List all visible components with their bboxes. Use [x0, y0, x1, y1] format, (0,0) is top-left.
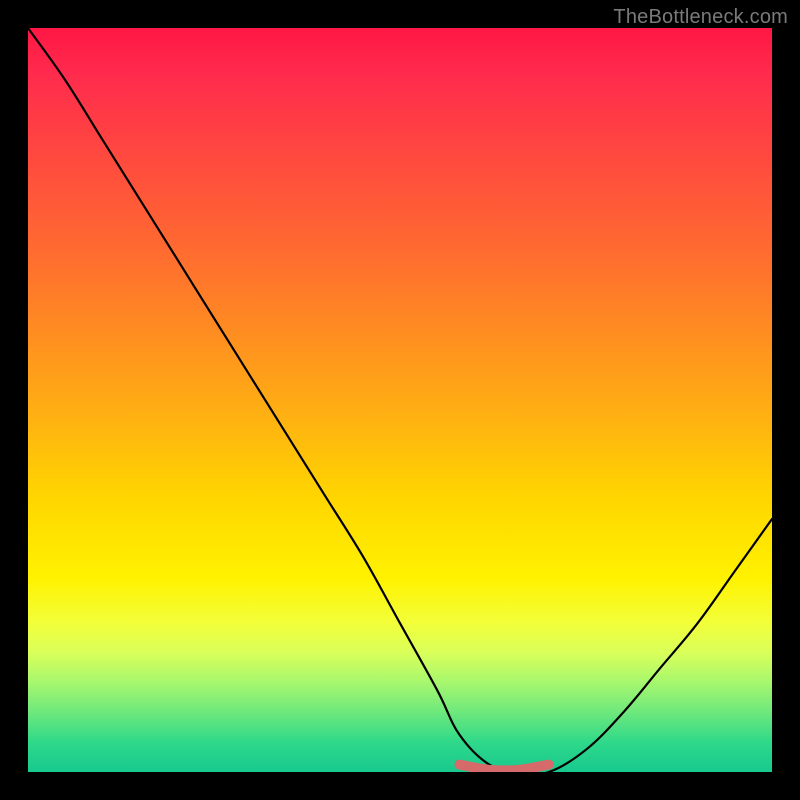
watermark-text: TheBottleneck.com: [613, 6, 788, 29]
bottleneck-curve: [28, 28, 772, 772]
highlight-segment: [460, 765, 549, 771]
curve-layer: [28, 28, 772, 772]
plot-area: [28, 28, 772, 772]
chart-stage: TheBottleneck.com: [0, 0, 800, 800]
